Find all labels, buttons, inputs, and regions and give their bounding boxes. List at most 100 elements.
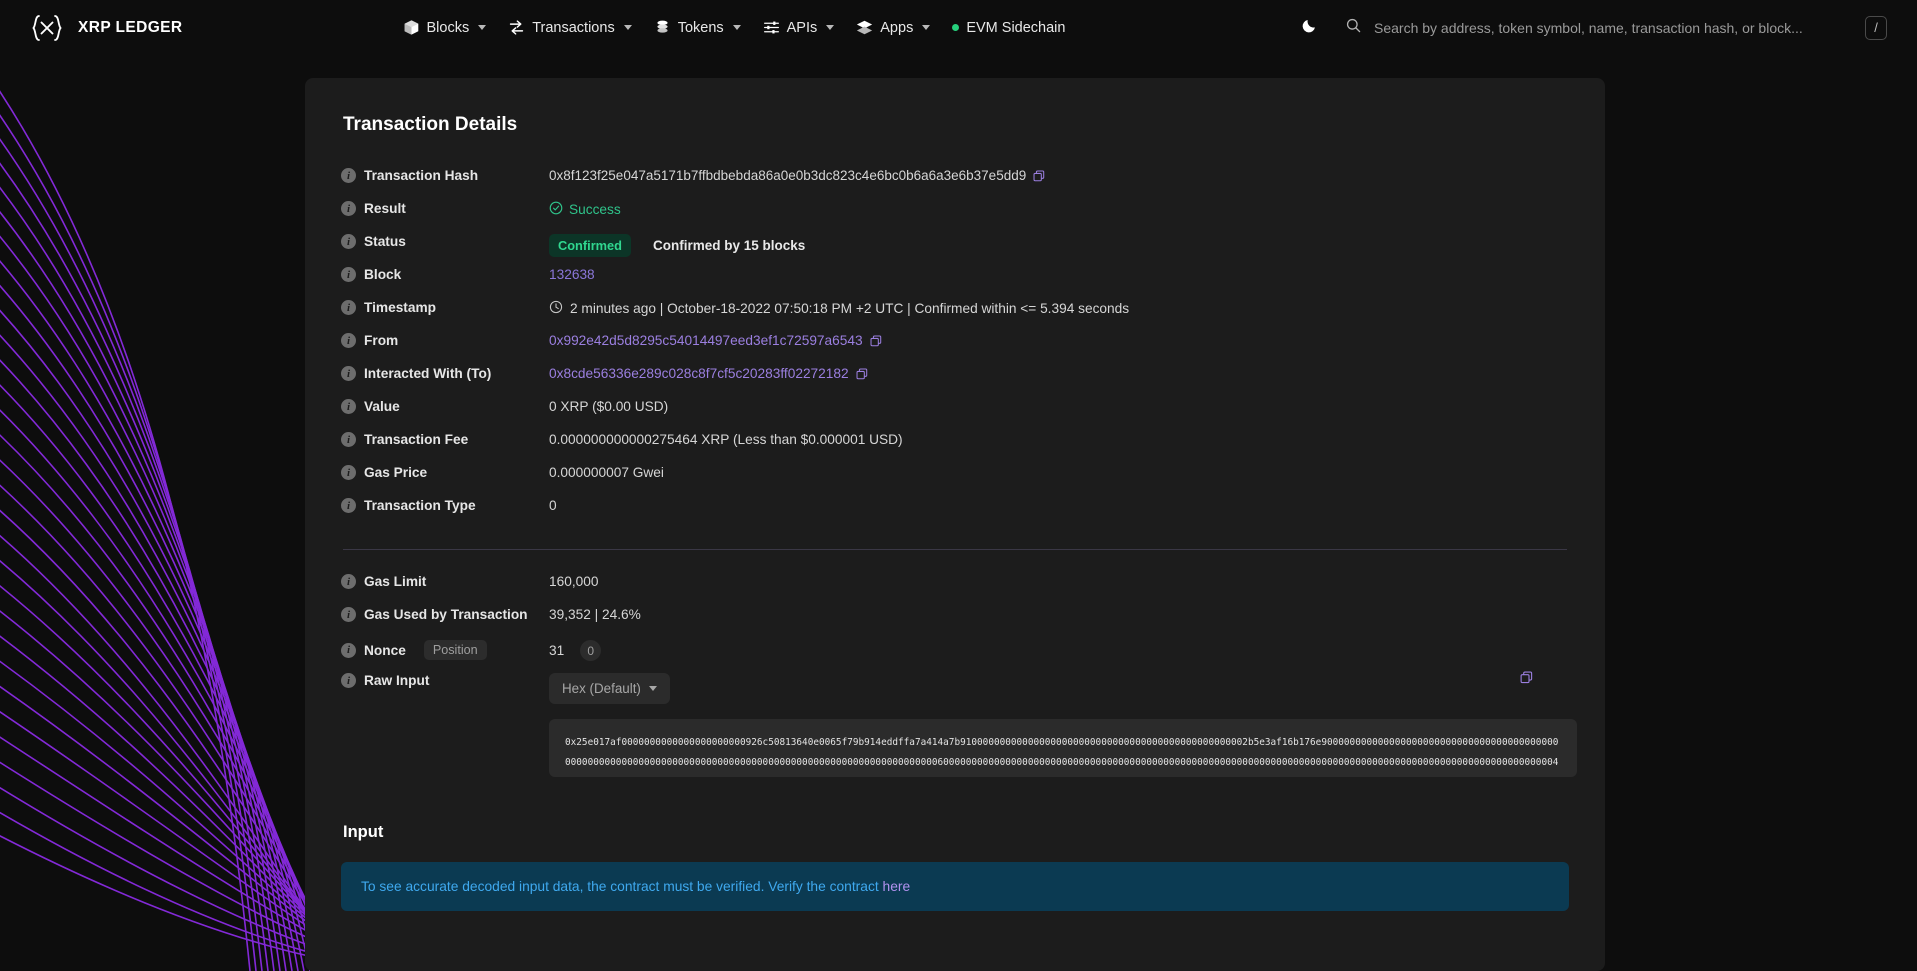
brand-logo[interactable]: XRP LEDGER	[28, 9, 183, 47]
row-label-group: i Result	[341, 199, 549, 216]
confirmed-by-text: Confirmed by 15 blocks	[653, 238, 806, 253]
row-from: i From 0x992e42d5d8295c54014497eed3ef1c7…	[341, 329, 1569, 362]
cube-icon	[403, 19, 420, 36]
row-label-group: i Status	[341, 232, 549, 249]
transaction-type-value: 0	[549, 498, 557, 513]
label-status: Status	[364, 234, 406, 249]
value-amount: 0 XRP ($0.00 USD)	[549, 399, 669, 414]
sliders-icon	[763, 19, 780, 36]
info-icon[interactable]: i	[341, 300, 356, 315]
block-number-link[interactable]: 132638	[549, 267, 595, 282]
value-status-group: Confirmed Confirmed by 15 blocks	[549, 232, 805, 257]
row-status: i Status Confirmed Confirmed by 15 block…	[341, 230, 1569, 263]
chevron-down-icon	[648, 686, 657, 691]
value-transaction-fee-group: 0.000000000000275464 XRP (Less than $0.0…	[549, 430, 903, 447]
value-transaction-type-group: 0	[549, 496, 557, 513]
result-success: Success	[549, 201, 621, 218]
label-result: Result	[364, 201, 406, 216]
row-gas-price: i Gas Price 0.000000007 Gwei	[341, 461, 1569, 494]
row-label-group: i Transaction Type	[341, 496, 549, 513]
nav-item-apps[interactable]: Apps	[856, 19, 931, 36]
label-gas-used: Gas Used by Transaction	[364, 607, 528, 622]
value-gas-price-group: 0.000000007 Gwei	[549, 463, 664, 480]
row-timestamp: i Timestamp 2 minutes ago | October-18-2…	[341, 296, 1569, 329]
info-icon[interactable]: i	[341, 498, 356, 513]
info-icon[interactable]: i	[341, 366, 356, 381]
clock-icon	[549, 300, 563, 317]
info-icon[interactable]: i	[341, 642, 356, 658]
copy-icon[interactable]	[1520, 671, 1533, 684]
label-gas-price: Gas Price	[364, 465, 428, 480]
info-icon[interactable]: i	[341, 574, 356, 589]
info-icon[interactable]: i	[341, 267, 356, 282]
copy-icon[interactable]	[1033, 170, 1045, 182]
decorative-line-pattern	[0, 55, 310, 971]
result-value: Success	[569, 202, 621, 217]
notice-text: To see accurate decoded input data, the …	[361, 879, 883, 894]
from-address-link[interactable]: 0x992e42d5d8295c54014497eed3ef1c72597a65…	[549, 333, 863, 348]
row-label-group: i Transaction Hash	[341, 166, 549, 183]
chevron-down-icon	[623, 25, 632, 30]
nav-label-apis-tokens: Tokens	[677, 19, 724, 36]
info-icon[interactable]: i	[341, 201, 356, 216]
label-block: Block	[364, 267, 402, 282]
value-gas-limit-group: 160,000	[549, 572, 598, 589]
raw-input-format-select[interactable]: Hex (Default)	[549, 673, 670, 704]
check-circle-icon	[549, 201, 563, 218]
row-result: i Result Success	[341, 197, 1569, 230]
search-box[interactable]: /	[1341, 11, 1897, 45]
info-icon[interactable]: i	[341, 432, 356, 447]
chevron-down-icon	[922, 25, 931, 30]
label-timestamp: Timestamp	[364, 300, 437, 315]
row-label-group: i Block	[341, 265, 549, 282]
nav-label-apis: APIs	[786, 19, 818, 36]
row-interacted-with: i Interacted With (To) 0x8cde56336e289c0…	[341, 362, 1569, 395]
copy-icon[interactable]	[870, 335, 882, 347]
search-input[interactable]	[1374, 19, 1853, 36]
page-title: Transaction Details	[343, 114, 518, 135]
nav-item-tokens[interactable]: Tokens	[654, 19, 741, 36]
value-interacted-with-group: 0x8cde56336e289c028c8f7cf5c20283ff022721…	[549, 364, 868, 381]
to-address-link[interactable]: 0x8cde56336e289c028c8f7cf5c20283ff022721…	[549, 366, 849, 381]
xrp-brackets-logo-icon	[28, 9, 66, 47]
theme-toggle-button[interactable]	[1295, 13, 1325, 43]
info-icon[interactable]: i	[341, 333, 356, 348]
info-icon[interactable]: i	[341, 399, 356, 414]
label-raw-input: Raw Input	[364, 673, 430, 688]
label-transaction-fee: Transaction Fee	[364, 432, 469, 447]
row-label-group: i Timestamp	[341, 298, 549, 315]
transaction-hash-value: 0x8f123f25e047a5171b7ffbdbebda86a0e0b3dc…	[549, 168, 1027, 183]
gas-used-value: 39,352 | 24.6%	[549, 607, 641, 622]
nonce-value: 31	[549, 643, 565, 658]
coins-icon	[654, 19, 671, 36]
position-badge-label: Position	[423, 640, 487, 660]
value-gas-used-group: 39,352 | 24.6%	[549, 605, 641, 622]
input-section-title: Input	[343, 823, 384, 841]
info-icon[interactable]: i	[341, 234, 356, 249]
verify-contract-link[interactable]: here	[883, 879, 911, 894]
search-icon	[1345, 17, 1362, 39]
value-transaction-hash-group: 0x8f123f25e047a5171b7ffbdbebda86a0e0b3dc…	[549, 166, 1045, 183]
nav-label-apps: Apps	[880, 19, 914, 36]
value-nonce-group: 31 0	[549, 638, 602, 661]
arrow-swap-icon	[508, 19, 525, 36]
info-icon[interactable]: i	[341, 607, 356, 622]
raw-input-format-value: Hex (Default)	[562, 681, 641, 696]
row-gas-used: i Gas Used by Transaction 39,352 | 24.6%	[341, 603, 1569, 636]
value-block-group: 132638	[549, 265, 595, 282]
label-gas-limit: Gas Limit	[364, 574, 427, 589]
raw-input-hex-data: 0x25e017af0000000000000000000000926c5081…	[549, 719, 1577, 777]
info-icon[interactable]: i	[341, 673, 356, 688]
brand-name: XRP LEDGER	[78, 18, 183, 36]
row-label-group: i Gas Price	[341, 463, 549, 480]
nav-item-blocks[interactable]: Blocks	[403, 19, 487, 36]
label-transaction-type: Transaction Type	[364, 498, 476, 513]
nav-item-apis[interactable]: APIs	[763, 19, 835, 36]
nav-item-transactions[interactable]: Transactions	[508, 19, 632, 36]
decorative-curves-svg	[0, 90, 310, 971]
copy-icon[interactable]	[856, 368, 868, 380]
info-icon[interactable]: i	[341, 465, 356, 480]
nav-item-evm-sidechain[interactable]: EVM Sidechain	[952, 20, 1065, 36]
nav-label-blocks: Blocks	[426, 19, 470, 36]
info-icon[interactable]: i	[341, 168, 356, 183]
